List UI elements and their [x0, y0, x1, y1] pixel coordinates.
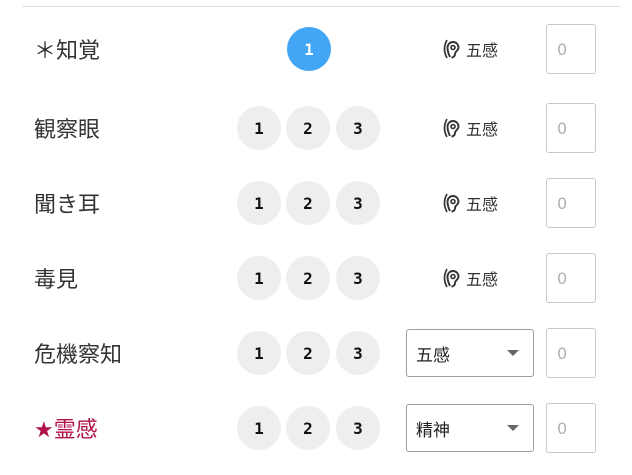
skill-value-input[interactable]: [546, 328, 596, 378]
sense-label: 五感: [466, 120, 499, 139]
level-1-button[interactable]: 1: [237, 181, 281, 225]
sense-tag: 五感: [440, 116, 498, 140]
sense-label: 五感: [466, 195, 499, 214]
level-1-button[interactable]: 1: [237, 106, 281, 150]
skill-row-danger-sense: 危機察知 1 2 3 五感: [0, 323, 632, 383]
level-2-button[interactable]: 2: [286, 256, 330, 300]
skill-label: 聞き耳: [34, 193, 101, 218]
level-2-button[interactable]: 2: [286, 181, 330, 225]
chevron-down-icon: [507, 425, 519, 431]
level-2-button[interactable]: 2: [286, 106, 330, 150]
level-3-button[interactable]: 3: [336, 106, 380, 150]
skill-value-input[interactable]: [546, 178, 596, 228]
ear-icon: [440, 116, 464, 140]
sense-select[interactable]: 精神: [406, 404, 534, 452]
sense-tag: 五感: [440, 191, 498, 215]
skill-label: 危機察知: [34, 343, 123, 368]
level-1-button[interactable]: 1: [237, 406, 281, 450]
skill-label: 観察眼: [34, 118, 101, 143]
skill-value-input[interactable]: [546, 403, 596, 453]
skill-value-input[interactable]: [546, 253, 596, 303]
ear-icon: [440, 191, 464, 215]
level-1-button[interactable]: 1: [237, 256, 281, 300]
sense-label: 五感: [466, 41, 499, 60]
ear-icon: [440, 37, 464, 61]
skill-row-taste: 毒見 1 2 3 五感: [0, 248, 632, 308]
skill-row-perception: ＊知覚 1 五感: [0, 19, 632, 79]
sense-select-value: 精神: [416, 420, 450, 441]
top-divider: [22, 6, 620, 7]
skill-value-input[interactable]: [546, 103, 596, 153]
level-2-button[interactable]: 2: [286, 406, 330, 450]
skill-row-observation: 観察眼 1 2 3 五感: [0, 98, 632, 158]
ear-icon: [440, 266, 464, 290]
skill-value-input[interactable]: [546, 24, 596, 74]
skill-label: 毒見: [34, 268, 79, 293]
level-3-button[interactable]: 3: [336, 406, 380, 450]
level-2-button[interactable]: 2: [286, 331, 330, 375]
level-3-button[interactable]: 3: [336, 256, 380, 300]
skill-row-spirit-sense: ★霊感 1 2 3 精神: [0, 398, 632, 458]
sense-select[interactable]: 五感: [406, 329, 534, 377]
level-1-button[interactable]: 1: [287, 27, 331, 71]
skill-label: ★霊感: [34, 418, 98, 443]
skill-row-listen: 聞き耳 1 2 3 五感: [0, 173, 632, 233]
level-1-button[interactable]: 1: [237, 331, 281, 375]
sense-label: 五感: [466, 270, 499, 289]
sense-tag: 五感: [440, 266, 498, 290]
sense-select-value: 五感: [416, 345, 450, 366]
chevron-down-icon: [507, 350, 519, 356]
skill-label: ＊知覚: [34, 39, 101, 64]
sense-tag: 五感: [440, 37, 498, 61]
level-3-button[interactable]: 3: [336, 331, 380, 375]
level-3-button[interactable]: 3: [336, 181, 380, 225]
